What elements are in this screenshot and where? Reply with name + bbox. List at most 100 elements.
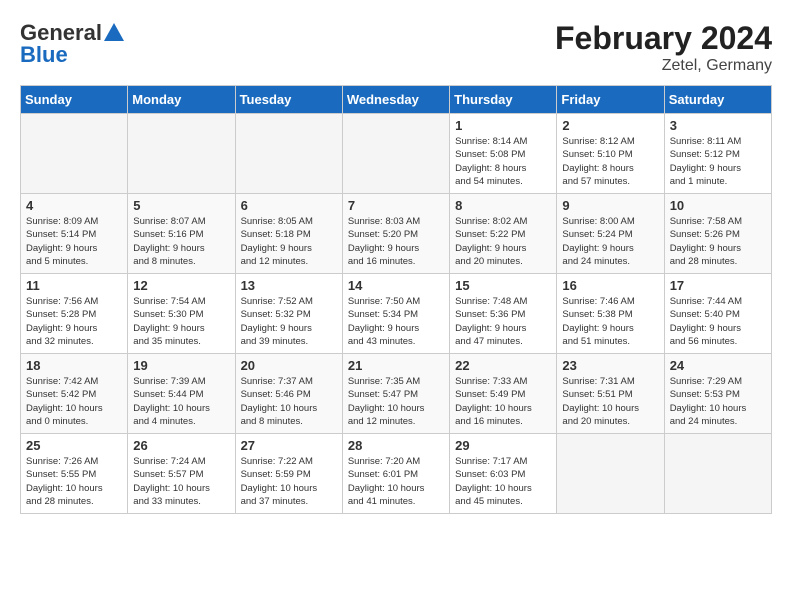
day-number: 6 [241, 198, 337, 213]
day-info: Sunrise: 7:26 AM Sunset: 5:55 PM Dayligh… [26, 455, 122, 508]
day-info: Sunrise: 7:58 AM Sunset: 5:26 PM Dayligh… [670, 215, 766, 268]
day-info: Sunrise: 7:48 AM Sunset: 5:36 PM Dayligh… [455, 295, 551, 348]
day-info: Sunrise: 8:03 AM Sunset: 5:20 PM Dayligh… [348, 215, 444, 268]
calendar-week-row: 25 Sunrise: 7:26 AM Sunset: 5:55 PM Dayli… [21, 434, 772, 514]
day-number: 16 [562, 278, 658, 293]
day-number: 15 [455, 278, 551, 293]
day-info: Sunrise: 7:42 AM Sunset: 5:42 PM Dayligh… [26, 375, 122, 428]
calendar-cell: 1Sunrise: 8:14 AM Sunset: 5:08 PM Daylig… [450, 114, 557, 194]
day-number: 10 [670, 198, 766, 213]
calendar-week-row: 11 Sunrise: 7:56 AM Sunset: 5:28 PM Dayli… [21, 274, 772, 354]
calendar-cell: 12 Sunrise: 7:54 AM Sunset: 5:30 PM Dayli… [128, 274, 235, 354]
calendar-cell: 26 Sunrise: 7:24 AM Sunset: 5:57 PM Dayli… [128, 434, 235, 514]
calendar-cell: 3 Sunrise: 8:11 AM Sunset: 5:12 PM Daylig… [664, 114, 771, 194]
day-number: 2 [562, 118, 658, 133]
calendar-cell: 28 Sunrise: 7:20 AM Sunset: 6:01 PM Dayli… [342, 434, 449, 514]
weekday-header-thursday: Thursday [450, 86, 557, 114]
weekday-header-wednesday: Wednesday [342, 86, 449, 114]
day-info: Sunrise: 7:24 AM Sunset: 5:57 PM Dayligh… [133, 455, 229, 508]
calendar-cell [235, 114, 342, 194]
day-info: Sunrise: 7:33 AM Sunset: 5:49 PM Dayligh… [455, 375, 551, 428]
calendar-cell: 16Sunrise: 7:46 AM Sunset: 5:38 PM Dayli… [557, 274, 664, 354]
calendar-cell: 14 Sunrise: 7:50 AM Sunset: 5:34 PM Dayli… [342, 274, 449, 354]
day-number: 17 [670, 278, 766, 293]
day-number: 28 [348, 438, 444, 453]
day-info: Sunrise: 7:17 AM Sunset: 6:03 PM Dayligh… [455, 455, 551, 508]
day-number: 5 [133, 198, 229, 213]
day-number: 24 [670, 358, 766, 373]
calendar-cell: 7 Sunrise: 8:03 AM Sunset: 5:20 PM Daylig… [342, 194, 449, 274]
weekday-header-tuesday: Tuesday [235, 86, 342, 114]
calendar-cell [21, 114, 128, 194]
day-info: Sunrise: 8:05 AM Sunset: 5:18 PM Dayligh… [241, 215, 337, 268]
day-number: 29 [455, 438, 551, 453]
calendar-cell: 23Sunrise: 7:31 AM Sunset: 5:51 PM Dayli… [557, 354, 664, 434]
weekday-header-monday: Monday [128, 86, 235, 114]
day-number: 11 [26, 278, 122, 293]
day-info: Sunrise: 7:20 AM Sunset: 6:01 PM Dayligh… [348, 455, 444, 508]
calendar-week-row: 1Sunrise: 8:14 AM Sunset: 5:08 PM Daylig… [21, 114, 772, 194]
day-info: Sunrise: 8:02 AM Sunset: 5:22 PM Dayligh… [455, 215, 551, 268]
day-info: Sunrise: 7:52 AM Sunset: 5:32 PM Dayligh… [241, 295, 337, 348]
calendar-cell [342, 114, 449, 194]
page-title: February 2024 [555, 20, 772, 57]
calendar-cell: 6 Sunrise: 8:05 AM Sunset: 5:18 PM Daylig… [235, 194, 342, 274]
calendar-cell: 9 Sunrise: 8:00 AM Sunset: 5:24 PM Daylig… [557, 194, 664, 274]
logo-blue-text: Blue [20, 42, 68, 68]
day-info: Sunrise: 7:37 AM Sunset: 5:46 PM Dayligh… [241, 375, 337, 428]
day-info: Sunrise: 8:00 AM Sunset: 5:24 PM Dayligh… [562, 215, 658, 268]
calendar-cell: 25 Sunrise: 7:26 AM Sunset: 5:55 PM Dayli… [21, 434, 128, 514]
day-number: 21 [348, 358, 444, 373]
calendar-cell: 24Sunrise: 7:29 AM Sunset: 5:53 PM Dayli… [664, 354, 771, 434]
day-number: 22 [455, 358, 551, 373]
day-info: Sunrise: 7:56 AM Sunset: 5:28 PM Dayligh… [26, 295, 122, 348]
weekday-header-saturday: Saturday [664, 86, 771, 114]
calendar-cell: 11 Sunrise: 7:56 AM Sunset: 5:28 PM Dayli… [21, 274, 128, 354]
calendar: SundayMondayTuesdayWednesdayThursdayFrid… [20, 85, 772, 514]
logo: General Blue [20, 20, 124, 68]
day-info: Sunrise: 8:11 AM Sunset: 5:12 PM Dayligh… [670, 135, 766, 188]
calendar-cell: 21 Sunrise: 7:35 AM Sunset: 5:47 PM Dayli… [342, 354, 449, 434]
calendar-cell: 27 Sunrise: 7:22 AM Sunset: 5:59 PM Dayli… [235, 434, 342, 514]
day-number: 25 [26, 438, 122, 453]
logo-triangle-icon [104, 23, 124, 41]
day-info: Sunrise: 7:39 AM Sunset: 5:44 PM Dayligh… [133, 375, 229, 428]
header: General Blue February 2024 Zetel, German… [20, 20, 772, 75]
weekday-header-sunday: Sunday [21, 86, 128, 114]
day-number: 9 [562, 198, 658, 213]
calendar-header-row: SundayMondayTuesdayWednesdayThursdayFrid… [21, 86, 772, 114]
day-info: Sunrise: 8:14 AM Sunset: 5:08 PM Dayligh… [455, 135, 551, 188]
page-subtitle: Zetel, Germany [555, 57, 772, 75]
calendar-week-row: 18Sunrise: 7:42 AM Sunset: 5:42 PM Dayli… [21, 354, 772, 434]
day-number: 27 [241, 438, 337, 453]
day-info: Sunrise: 7:50 AM Sunset: 5:34 PM Dayligh… [348, 295, 444, 348]
day-number: 14 [348, 278, 444, 293]
day-info: Sunrise: 7:35 AM Sunset: 5:47 PM Dayligh… [348, 375, 444, 428]
title-block: February 2024 Zetel, Germany [555, 20, 772, 75]
calendar-cell: 18Sunrise: 7:42 AM Sunset: 5:42 PM Dayli… [21, 354, 128, 434]
calendar-cell: 15 Sunrise: 7:48 AM Sunset: 5:36 PM Dayli… [450, 274, 557, 354]
calendar-cell: 20Sunrise: 7:37 AM Sunset: 5:46 PM Dayli… [235, 354, 342, 434]
day-info: Sunrise: 7:22 AM Sunset: 5:59 PM Dayligh… [241, 455, 337, 508]
calendar-cell [664, 434, 771, 514]
day-number: 19 [133, 358, 229, 373]
day-info: Sunrise: 8:09 AM Sunset: 5:14 PM Dayligh… [26, 215, 122, 268]
day-number: 13 [241, 278, 337, 293]
calendar-cell: 5 Sunrise: 8:07 AM Sunset: 5:16 PM Daylig… [128, 194, 235, 274]
page: General Blue February 2024 Zetel, German… [0, 0, 792, 612]
day-number: 3 [670, 118, 766, 133]
calendar-week-row: 4Sunrise: 8:09 AM Sunset: 5:14 PM Daylig… [21, 194, 772, 274]
day-number: 26 [133, 438, 229, 453]
day-number: 7 [348, 198, 444, 213]
day-number: 12 [133, 278, 229, 293]
calendar-cell: 19 Sunrise: 7:39 AM Sunset: 5:44 PM Dayli… [128, 354, 235, 434]
day-info: Sunrise: 7:44 AM Sunset: 5:40 PM Dayligh… [670, 295, 766, 348]
calendar-cell: 22 Sunrise: 7:33 AM Sunset: 5:49 PM Dayli… [450, 354, 557, 434]
calendar-cell [557, 434, 664, 514]
calendar-cell [128, 114, 235, 194]
day-info: Sunrise: 7:54 AM Sunset: 5:30 PM Dayligh… [133, 295, 229, 348]
calendar-cell: 10 Sunrise: 7:58 AM Sunset: 5:26 PM Dayli… [664, 194, 771, 274]
calendar-cell: 4Sunrise: 8:09 AM Sunset: 5:14 PM Daylig… [21, 194, 128, 274]
day-number: 8 [455, 198, 551, 213]
day-info: Sunrise: 8:07 AM Sunset: 5:16 PM Dayligh… [133, 215, 229, 268]
